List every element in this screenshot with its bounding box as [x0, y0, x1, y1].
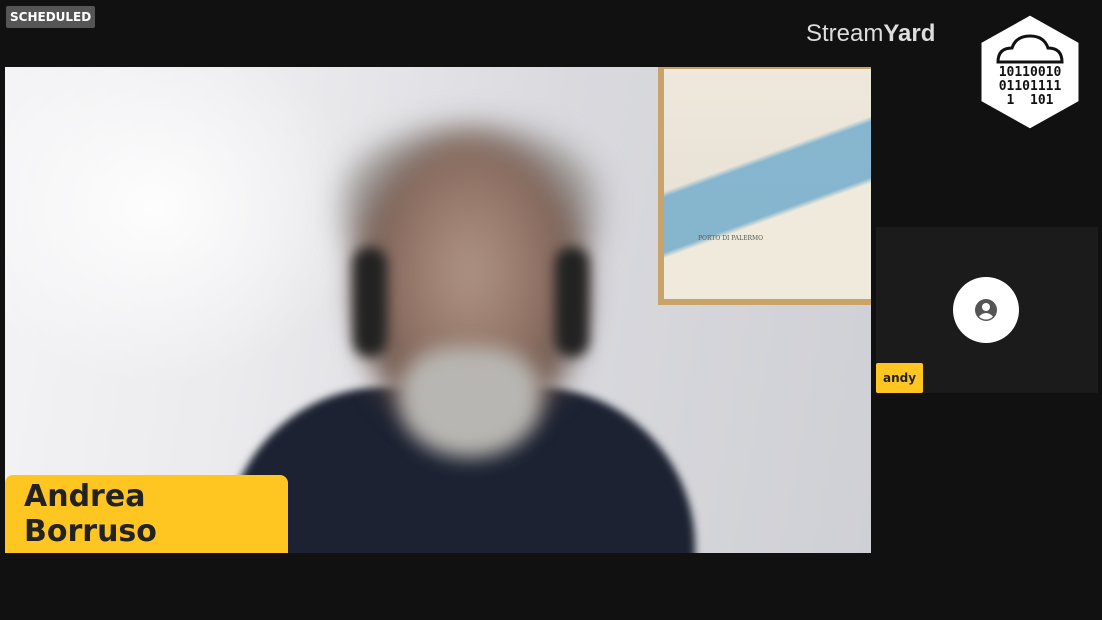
avatar: [953, 277, 1019, 343]
binary-line-3: 1 101: [1007, 93, 1054, 108]
scheduled-badge: SCHEDULED: [6, 6, 96, 28]
headphone-left: [353, 247, 387, 357]
cloud-binary-icon: 10110010 01101111 1 101: [978, 12, 1082, 132]
side-participant-name: andy: [876, 363, 924, 393]
participant-beard: [400, 347, 540, 457]
binary-line-1: 10110010: [999, 65, 1062, 80]
headphone-right: [555, 247, 589, 357]
brand-light-text: Stream: [806, 20, 884, 47]
brand-bold-text: Yard: [883, 20, 936, 47]
map-image: [664, 69, 871, 299]
streamyard-logo: Stream Yard: [806, 20, 935, 50]
main-participant-name-tag: Andrea Borruso: [5, 475, 288, 553]
account-circle-icon: [975, 299, 997, 321]
participant-video: [225, 127, 695, 553]
binary-line-2: 01101111: [999, 79, 1062, 94]
side-participant-tile[interactable]: andy: [876, 227, 1098, 393]
map-caption: PORTO DI PALERMO: [698, 235, 764, 242]
